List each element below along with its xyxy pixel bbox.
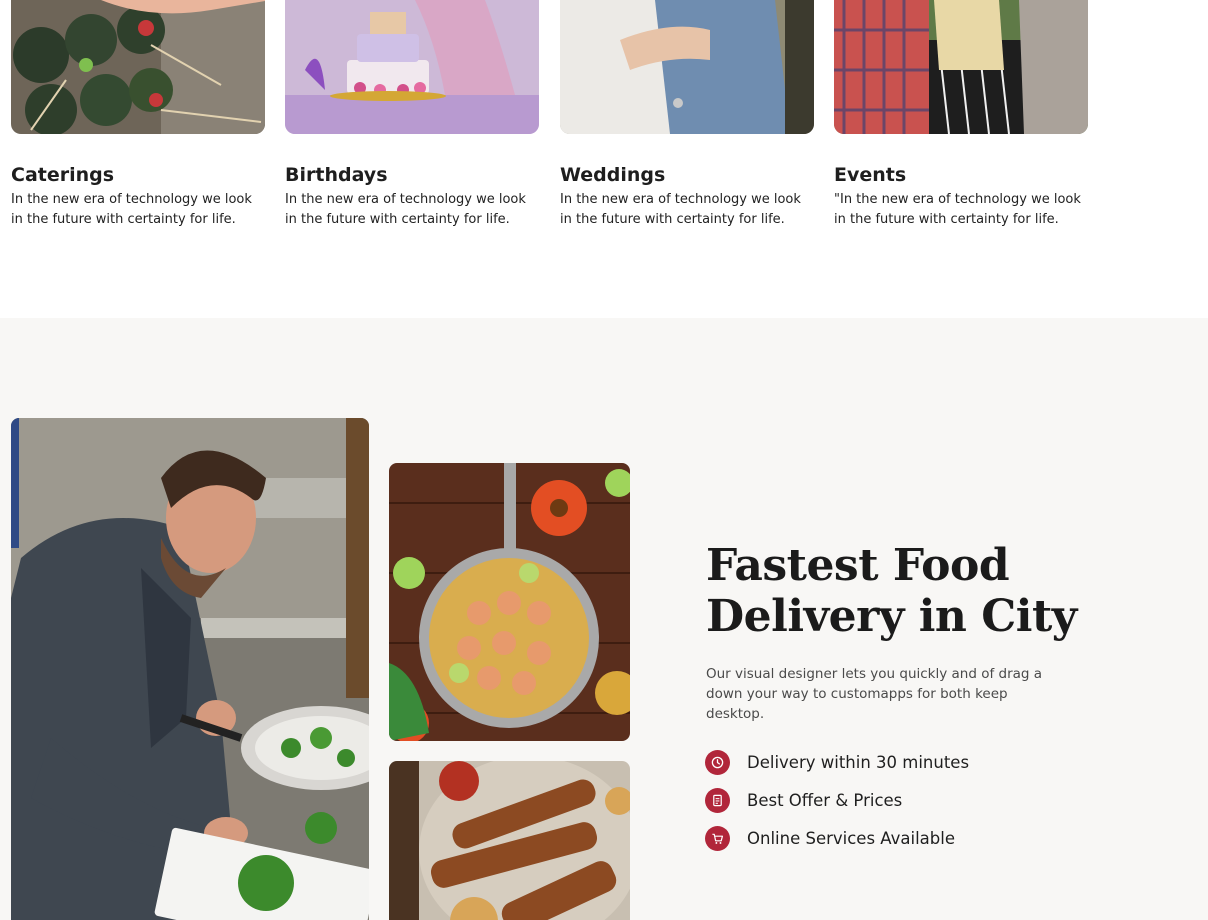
service-description: In the new era of technology we look in … <box>11 192 252 227</box>
heading-line-1: Fastest Food <box>706 540 1010 591</box>
feature-item-online: Online Services Available <box>705 819 969 857</box>
event-crowd-photo <box>834 0 1088 134</box>
service-description: In the new era of technology we look in … <box>560 192 801 227</box>
service-card-caterings[interactable]: Caterings In the new era of technology w… <box>11 0 265 227</box>
service-title: Weddings <box>560 164 666 186</box>
feature-item-offer: Best Offer & Prices <box>705 781 969 819</box>
feature-list: Delivery within 30 minutes Best Offer & … <box>705 743 969 857</box>
service-description: In the new era of technology we look in … <box>285 192 526 227</box>
service-title: Events <box>834 164 907 186</box>
section-heading: Fastest Food Delivery in City <box>706 540 1126 642</box>
service-title: Caterings <box>11 164 115 186</box>
service-card-weddings[interactable]: Weddings In the new era of technology we… <box>560 0 814 227</box>
section-description: Our visual designer lets you quickly and… <box>706 666 1043 722</box>
service-title: Birthdays <box>285 164 388 186</box>
services-section: Caterings In the new era of technology w… <box>0 0 1208 318</box>
clock-icon <box>705 749 730 775</box>
service-card-birthdays[interactable]: Birthdays In the new era of technology w… <box>285 0 539 227</box>
service-card-events[interactable]: Events "In the new era of technology we … <box>834 0 1088 227</box>
feature-label: Best Offer & Prices <box>747 790 903 810</box>
receipt-icon <box>705 787 730 813</box>
feature-label: Delivery within 30 minutes <box>747 752 970 772</box>
chef-cooking-photo <box>11 418 369 920</box>
birthday-cake-photo <box>285 0 539 134</box>
heading-line-2: Delivery in City <box>706 591 1077 642</box>
shrimp-curry-photo <box>389 463 630 741</box>
cart-icon <box>705 825 730 851</box>
catering-photo <box>11 0 265 134</box>
wedding-couple-photo <box>560 0 814 134</box>
feature-label: Online Services Available <box>747 828 955 848</box>
delivery-section: Fastest Food Delivery in City Our visual… <box>0 318 1208 920</box>
grilled-kebab-photo <box>389 761 630 920</box>
service-description: "In the new era of technology we look in… <box>834 192 1081 227</box>
feature-item-delivery: Delivery within 30 minutes <box>705 743 969 781</box>
